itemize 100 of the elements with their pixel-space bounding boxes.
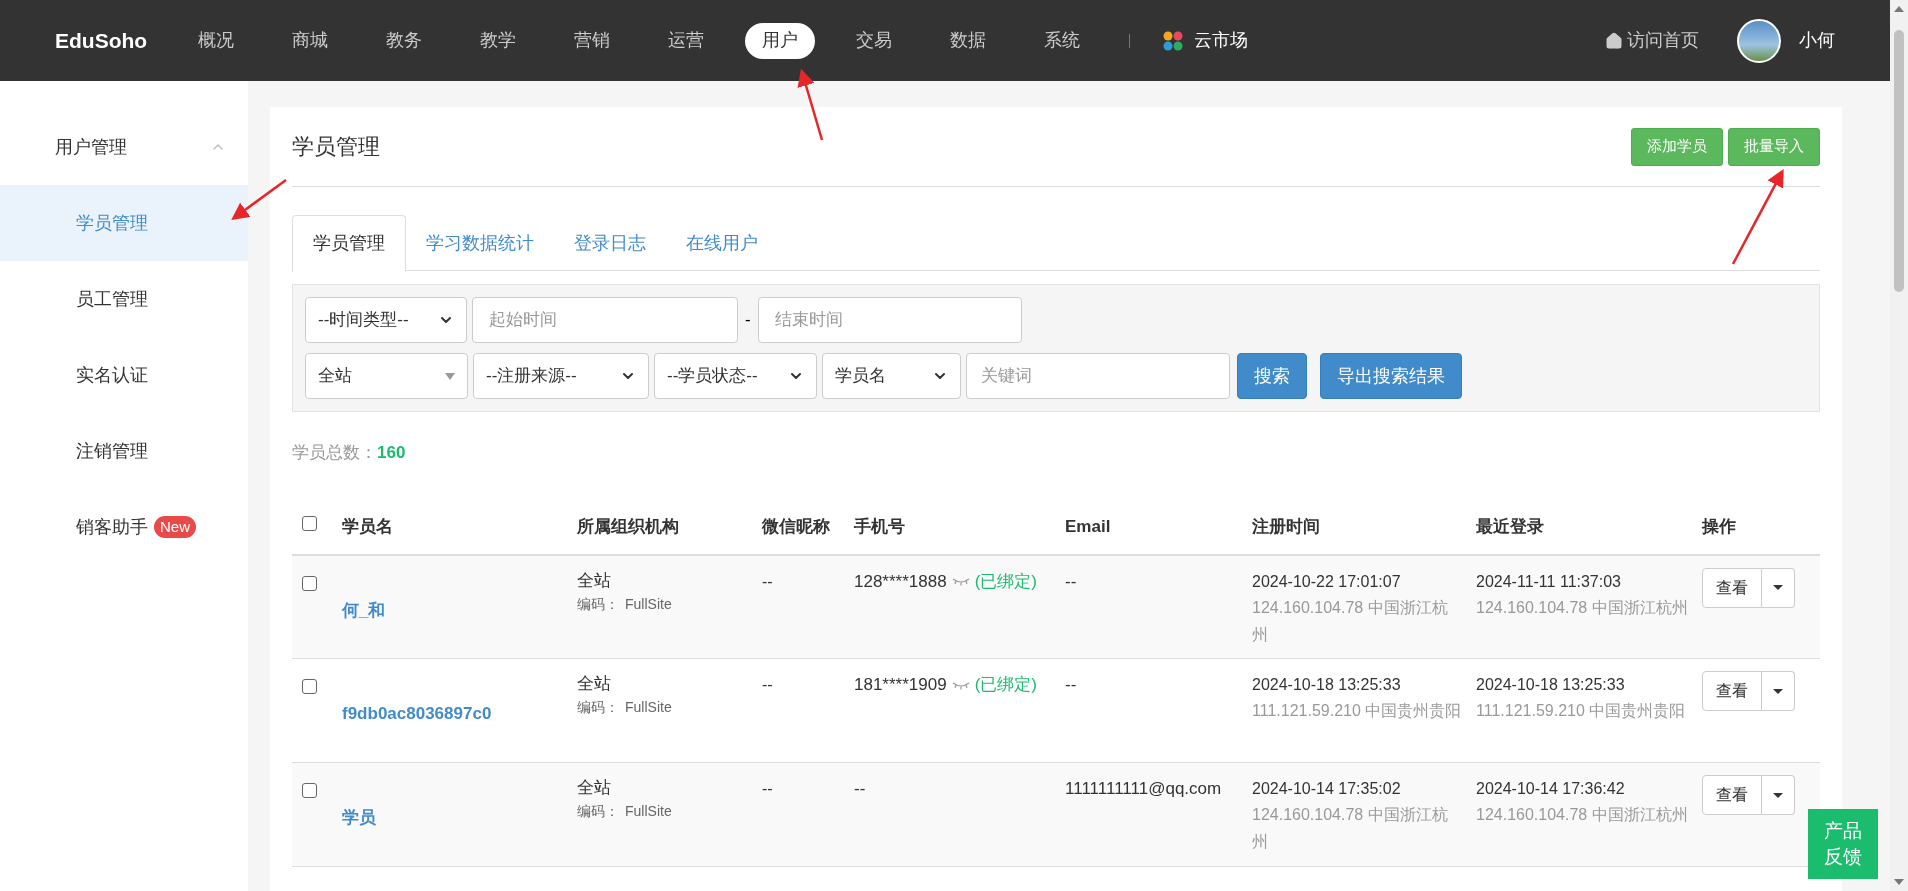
select-dropdown[interactable]: --学员状态-- [654,353,817,399]
nav-item[interactable]: 系统 [1027,22,1098,59]
scroll-up-arrow-icon [1894,6,1904,12]
wechat-nickname: -- [762,780,773,797]
select-dropdown[interactable]: --注册来源-- [473,353,649,399]
column-header: 手机号 [854,517,905,536]
total-count: 160 [377,442,406,464]
register-ip-location: 111.121.59.210 中国贵州贵阳 [1252,701,1462,721]
dropdown-toggle[interactable] [1762,775,1795,815]
checkbox[interactable] [302,783,317,798]
column-header: 操作 [1702,517,1736,536]
checkbox[interactable] [302,679,317,694]
select-dropdown[interactable]: --时间类型-- [305,297,467,343]
last-login-time: 2024-11-11 11:37:03 [1476,571,1622,592]
nav-item[interactable]: 教学 [463,22,534,59]
caret-icon [1773,688,1783,694]
view-button[interactable]: 查看 [1702,775,1762,815]
new-badge: New [154,516,196,538]
register-time: 2024-10-14 17:35:02 [1252,779,1402,799]
org-code: FullSite [625,802,672,821]
select-dropdown[interactable]: 全站 [305,353,468,399]
group-label: 用户管理 [55,135,127,159]
search-button[interactable]: 搜索 [1237,353,1307,399]
closed-eye-icon [951,577,970,587]
last-login-time: 2024-10-18 13:25:33 [1476,675,1626,695]
last-login-ip-location: 124.160.104.78 中国浙江杭州 [1476,597,1688,618]
sidebar-item[interactable]: 实名认证 [0,337,248,413]
checkbox[interactable] [302,515,317,531]
phone-number: 181****1909 [854,675,947,694]
nav-item[interactable]: 商城 [275,22,346,59]
view-button[interactable]: 查看 [1702,671,1762,711]
brand-logo[interactable]: EduSoho [55,24,148,57]
register-ip-location: 124.160.104.78 中国浙江杭州 [1252,597,1449,645]
item-label: 注销管理 [76,439,148,463]
tab[interactable]: 学习数据统计 [406,215,554,272]
nav-item[interactable]: 营销 [557,22,628,59]
org-name: 全站 [577,777,612,799]
nav-item[interactable]: 概况 [181,22,252,59]
sidebar-item[interactable]: 销客助手 New [0,489,248,565]
sidebar-group-header[interactable]: 用户管理 [0,109,248,185]
item-label: 实名认证 [76,363,148,387]
wechat-nickname: -- [762,676,773,693]
start-time-field[interactable]: 起始时间 [472,297,738,343]
register-ip-location: 124.160.104.78 中国浙江杭州 [1252,805,1449,852]
home-icon [1605,31,1623,50]
org-code-label: 编码： [577,594,619,614]
student-name-link[interactable]: 学员 [342,808,376,827]
scrollbar-thumb[interactable] [1894,30,1904,292]
scrollbar[interactable] [1890,0,1908,891]
phone-number: -- [854,779,866,798]
org-code: FullSite [625,698,672,717]
register-time: 2024-10-18 13:25:33 [1252,675,1402,695]
dropdown-toggle[interactable] [1762,567,1795,608]
sidebar-item[interactable]: 注销管理 [0,413,248,489]
user-name[interactable]: 小何 [1799,27,1835,54]
nav-item[interactable]: 教务 [369,22,440,59]
item-label: 学员管理 [76,211,148,235]
checkbox[interactable] [302,575,317,591]
email: -- [1065,571,1077,591]
item-label: 员工管理 [76,287,148,311]
caret-icon [1773,585,1783,590]
select-dropdown[interactable]: 学员名 [822,353,961,399]
nav-item[interactable]: 数据 [933,22,1004,59]
register-time: 2024-10-22 17:01:07 [1252,571,1402,592]
total-label: 学员总数： [292,442,377,464]
org-code: FullSite [625,594,672,614]
colorful-dots-icon [1162,29,1185,52]
tab[interactable]: 登录日志 [554,215,666,272]
org-code-label: 编码： [577,698,619,717]
sidebar-item[interactable]: 员工管理 [0,261,248,337]
end-time-field[interactable]: 结束时间 [757,297,1022,343]
tab[interactable]: 在线用户 [666,215,778,272]
column-header: 最近登录 [1476,517,1544,536]
column-header: 学员名 [342,517,393,536]
email: -- [1065,675,1077,694]
column-header: 注册时间 [1252,517,1320,536]
tab[interactable]: 学员管理 [292,215,406,272]
closed-eye-icon [951,680,970,691]
scroll-down-arrow-icon [1894,879,1904,885]
view-button[interactable]: 查看 [1702,567,1762,608]
keyword-field[interactable]: 关键词 [966,353,1230,399]
nav-item[interactable]: 运营 [651,22,722,59]
dropdown-toggle[interactable] [1762,671,1795,711]
caret-icon [1773,792,1783,798]
org-code-label: 编码： [577,802,619,821]
bound-status: (已绑定) [974,675,1037,694]
annotation-arrow [231,179,287,221]
column-header: Email [1065,517,1111,536]
bound-status: (已绑定) [974,571,1037,591]
home-link[interactable]: 访问首页 [1605,27,1699,54]
caret-icon [445,372,455,380]
phone-number: 128****1888 [854,571,947,591]
last-login-ip-location: 124.160.104.78 中国浙江杭州 [1476,805,1688,825]
nav-item[interactable]: 交易 [839,22,910,59]
student-name-link[interactable]: f9db0ac8036897c0 [342,704,492,723]
export-button[interactable]: 导出搜索结果 [1320,353,1462,399]
avatar[interactable] [1737,18,1781,63]
market-link[interactable]: 云市场 [1162,27,1249,54]
nav-item[interactable]: 用户 [745,22,816,59]
email: 1111111111@qq.com [1065,779,1222,798]
